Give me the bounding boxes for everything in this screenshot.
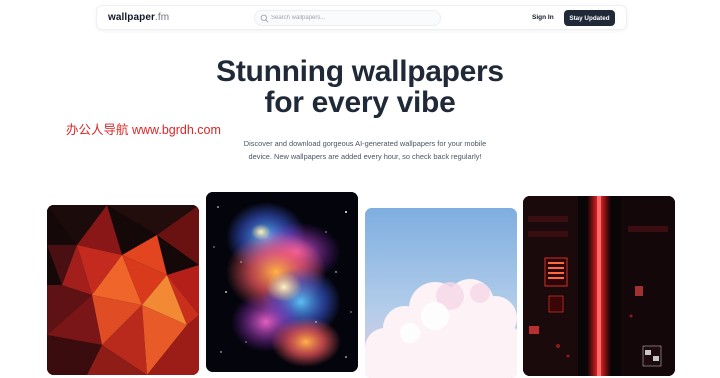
site-logo[interactable]: wallpaper.fm	[108, 12, 169, 23]
watermark-text: 办公人导航 www.bgrdh.com	[66, 123, 221, 137]
logo-suffix-text: .fm	[155, 12, 170, 23]
hero-description-line-2: device. New wallpapers are added every h…	[248, 152, 482, 161]
search-input[interactable]	[271, 11, 436, 25]
hero-title-line-1: Stunning wallpapers	[216, 55, 504, 88]
sign-in-link[interactable]: Sign In	[532, 14, 554, 21]
wallpaper-image-clouds	[365, 208, 517, 378]
hero-description-line-1: Discover and download gorgeous AI-genera…	[243, 139, 487, 148]
search-icon	[260, 14, 269, 23]
hero-description: Discover and download gorgeous AI-genera…	[225, 137, 505, 163]
logo-main-text: wallpaper	[108, 12, 156, 23]
stay-updated-button[interactable]: Stay Updated	[564, 10, 615, 26]
top-navbar: wallpaper.fm Sign In Stay Updated	[96, 5, 627, 30]
hero-title-line-2: for every vibe	[264, 86, 456, 119]
hero-title: Stunning wallpapers for every vibe	[160, 56, 560, 118]
wallpaper-card-red-geometric[interactable]	[47, 205, 199, 375]
wallpaper-image-red-geometric	[47, 205, 199, 375]
wallpaper-image-neon-city	[523, 196, 675, 376]
wallpaper-card-clouds[interactable]	[365, 208, 517, 378]
search-bar[interactable]	[254, 10, 441, 26]
wallpaper-image-nebula	[206, 192, 358, 372]
wallpaper-card-neon-city[interactable]	[523, 196, 675, 376]
wallpaper-card-nebula[interactable]	[206, 192, 358, 372]
